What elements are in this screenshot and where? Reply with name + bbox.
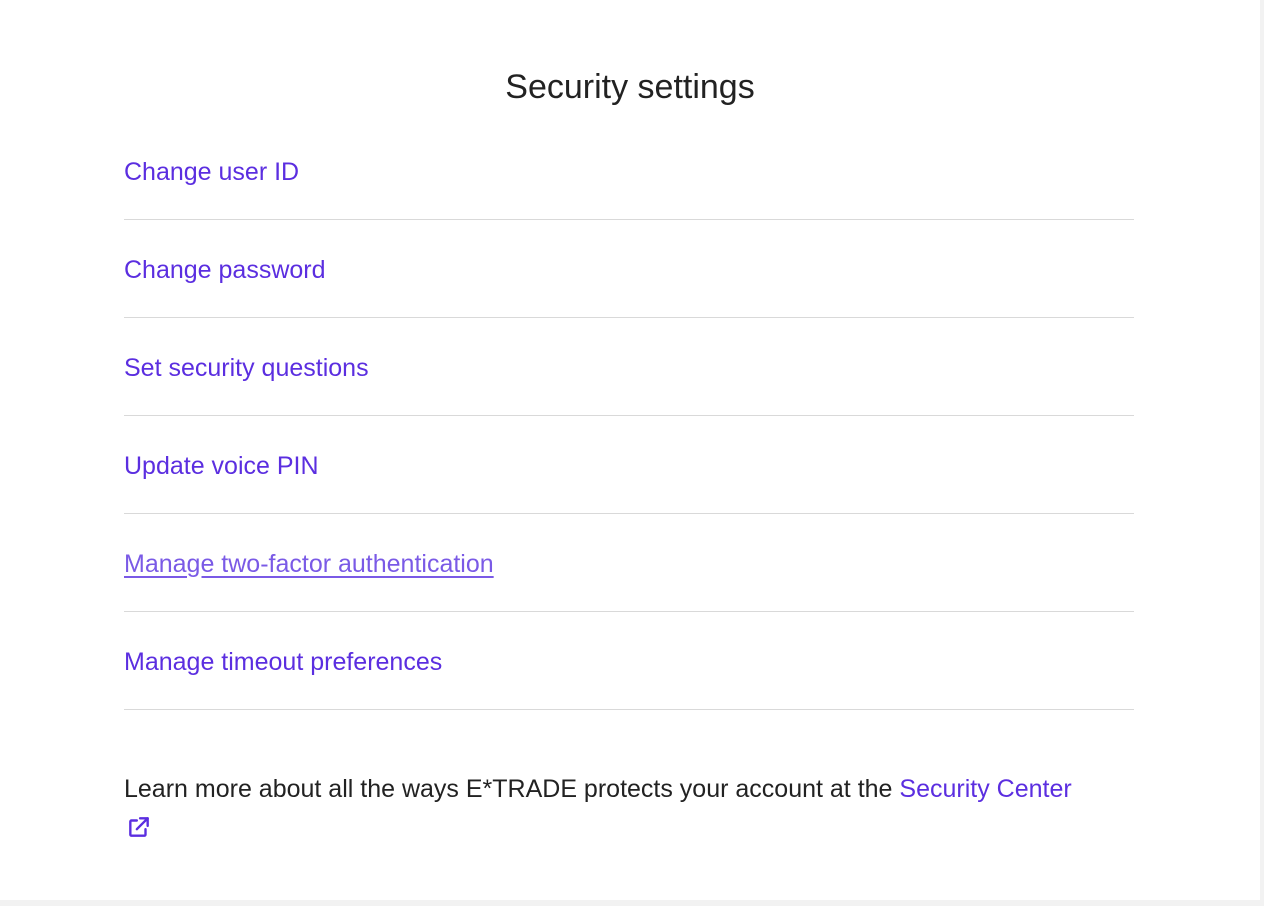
manage-two-factor-authentication-link[interactable]: Manage two-factor authentication [124,547,494,579]
external-link-icon-line [124,808,1134,846]
set-security-questions-link[interactable]: Set security questions [124,351,369,383]
list-item: Change user ID [124,122,1134,220]
update-voice-pin-link[interactable]: Update voice PIN [124,449,319,481]
page-title: Security settings [505,68,755,106]
change-password-link[interactable]: Change password [124,253,326,285]
security-settings-panel: Security settings Change user ID Change … [0,0,1260,900]
security-center-note: Learn more about all the ways E*TRADE pr… [124,770,1134,846]
manage-timeout-preferences-link[interactable]: Manage timeout preferences [124,645,442,677]
security-center-note-text: Learn more about all the ways E*TRADE pr… [124,775,900,803]
change-user-id-link[interactable]: Change user ID [124,155,299,187]
list-item: Manage two-factor authentication [124,514,1134,612]
external-link-icon [129,817,149,837]
list-item: Change password [124,220,1134,318]
list-item: Manage timeout preferences [124,612,1134,710]
settings-link-list: Change user ID Change password Set secur… [124,122,1134,710]
list-item: Update voice PIN [124,416,1134,514]
security-center-link-label: Security Center [899,775,1072,803]
list-item: Set security questions [124,318,1134,416]
